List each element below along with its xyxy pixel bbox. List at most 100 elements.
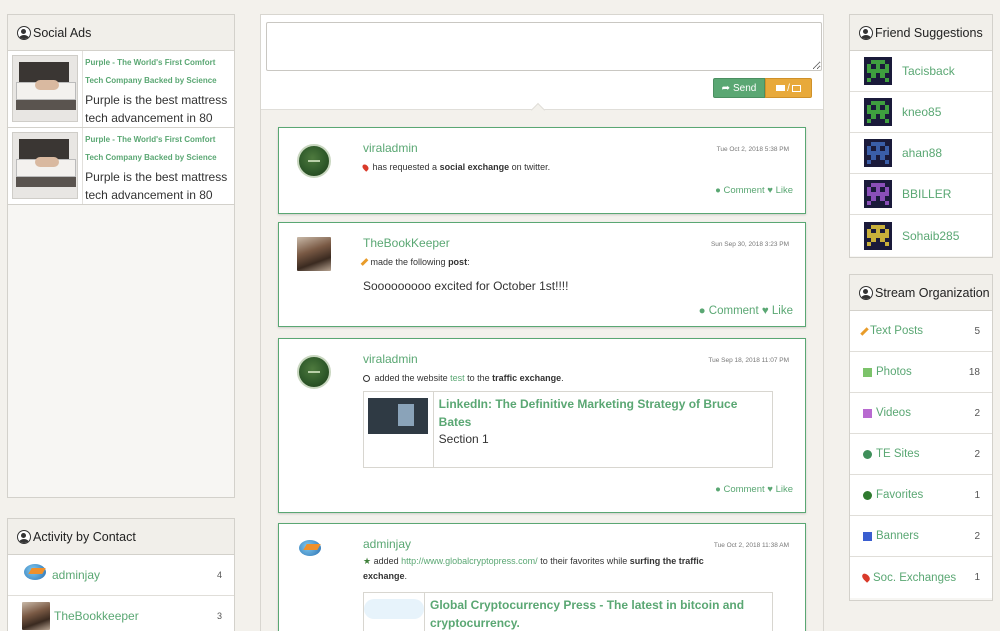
clock-icon: [863, 449, 872, 459]
stream-filter-count: 1: [974, 572, 980, 583]
comment-link[interactable]: Comment: [709, 305, 759, 317]
like-link[interactable]: Like: [776, 185, 793, 196]
avatar[interactable]: [297, 144, 331, 178]
post-card: TheBookKeeper Sun Sep 30, 2018 3:23 PM m…: [278, 222, 806, 327]
identicon-icon[interactable]: [864, 98, 892, 126]
post-username[interactable]: adminjay: [363, 537, 411, 551]
social-ads-header: Social Ads: [8, 15, 234, 51]
stream-filter-count: 2: [974, 407, 980, 419]
website-link[interactable]: test: [450, 373, 465, 383]
like-link[interactable]: Like: [772, 305, 793, 317]
link-title[interactable]: Global Cryptocurrency Press - The latest…: [430, 596, 767, 631]
link-preview-card[interactable]: Global Cryptocurrency Press - The latest…: [363, 592, 773, 631]
post-activity-text: ★ added http://www.globalcryptopress.com…: [363, 556, 704, 581]
stream-filter-label[interactable]: Text Posts: [870, 325, 974, 337]
media-button[interactable]: /: [765, 78, 812, 98]
ad-image[interactable]: [12, 132, 79, 199]
stream-filter-label[interactable]: TE Sites: [876, 448, 974, 460]
stream-filter-label[interactable]: Banners: [876, 530, 974, 542]
link-thumbnail[interactable]: [364, 593, 425, 631]
user-icon: [859, 25, 873, 40]
stream-filter-item[interactable]: Favorites 1: [850, 475, 992, 516]
clock-icon: [363, 375, 370, 382]
star-icon: [863, 490, 872, 500]
adminjay-logo-icon: [22, 562, 48, 588]
heart-icon: ♥: [761, 305, 769, 317]
stream-filter-item[interactable]: TE Sites 2: [850, 434, 992, 475]
ad-item[interactable]: Purple - The World's First Comfort Tech …: [8, 128, 234, 205]
identicon-icon[interactable]: [864, 221, 892, 250]
activity-item[interactable]: adminjay 4: [8, 555, 234, 596]
stream-filter-item[interactable]: Banners 2: [850, 516, 992, 557]
friend-name[interactable]: Sohaib285: [902, 229, 959, 243]
activity-title: Activity by Contact: [33, 529, 136, 544]
stream-column: ➦ Send / viraladmin Tue Oct 2, 2018 5:38…: [260, 14, 824, 631]
pencil-icon: [860, 326, 869, 336]
link-thumbnail[interactable]: [364, 392, 434, 467]
stream-filter-item[interactable]: Videos 2: [850, 393, 992, 434]
send-button[interactable]: ➦ Send: [713, 78, 765, 98]
friend-name[interactable]: ahan88: [902, 146, 942, 160]
ad-title[interactable]: Purple - The World's First Comfort Tech …: [85, 131, 231, 167]
friend-name[interactable]: kneo85: [902, 105, 941, 119]
post-card: viraladmin Tue Oct 2, 2018 5:38 PM has r…: [278, 127, 806, 214]
user-icon: [859, 285, 873, 300]
activity-name[interactable]: adminjay: [52, 568, 217, 582]
post-composer-input[interactable]: [266, 22, 822, 71]
friend-suggestions-title: Friend Suggestions: [875, 25, 983, 40]
post-card: adminjay Tue Oct 2, 2018 11:38 AM ★ adde…: [278, 523, 806, 631]
stream-filter-label[interactable]: Soc. Exchanges: [873, 572, 974, 584]
friend-suggestion-item[interactable]: BBILLER: [850, 174, 992, 215]
friend-suggestion-item[interactable]: Sohaib285: [850, 215, 992, 256]
avatar[interactable]: [297, 538, 331, 572]
ad-description: Purple is the best mattress tech advance…: [85, 170, 228, 202]
friend-suggestions-panel: Friend Suggestions Tacisback kneo85 ahan…: [849, 14, 993, 258]
post-username[interactable]: viraladmin: [363, 352, 418, 366]
identicon-icon[interactable]: [864, 139, 892, 167]
stream-filter-item[interactable]: Soc. Exchanges 1: [850, 557, 992, 598]
website-link[interactable]: http://www.globalcryptopress.com/: [401, 556, 538, 566]
ad-image[interactable]: [12, 55, 79, 122]
stream-filter-count: 1: [974, 489, 980, 501]
post-card: viraladmin Tue Sep 18, 2018 11:07 PM add…: [278, 338, 806, 513]
link-subtitle: Section 1: [438, 432, 489, 446]
user-icon: [17, 25, 31, 40]
comment-link[interactable]: Comment: [723, 484, 764, 495]
friend-name[interactable]: BBILLER: [902, 187, 951, 201]
send-label: Send: [733, 82, 757, 94]
link-preview-card[interactable]: LinkedIn: The Definitive Marketing Strat…: [363, 391, 773, 468]
avatar[interactable]: [297, 237, 331, 271]
post-actions: ● Comment ♥ Like: [715, 484, 793, 495]
stream-organization-title: Stream Organization: [875, 285, 990, 300]
ad-description: Purple is the best mattress tech advance…: [85, 93, 228, 125]
post-username[interactable]: TheBookKeeper: [363, 236, 450, 250]
friend-suggestion-item[interactable]: Tacisback: [850, 51, 992, 92]
ad-item[interactable]: Purple - The World's First Comfort Tech …: [8, 51, 234, 128]
identicon-icon[interactable]: [864, 57, 892, 85]
comment-link[interactable]: Comment: [723, 185, 764, 196]
activity-count: 3: [216, 611, 222, 621]
post-username[interactable]: viraladmin: [363, 141, 418, 155]
activity-name[interactable]: TheBookkeeper: [54, 609, 217, 623]
ad-title[interactable]: Purple - The World's First Comfort Tech …: [85, 54, 231, 90]
stream-filter-label[interactable]: Favorites: [876, 489, 974, 501]
friend-name[interactable]: Tacisback: [902, 64, 955, 78]
like-link[interactable]: Like: [776, 484, 793, 495]
activity-item[interactable]: TheBookkeeper 3: [8, 596, 234, 631]
flame-icon: [361, 163, 370, 172]
link-title[interactable]: LinkedIn: The Definitive Marketing Strat…: [439, 395, 767, 431]
avatar[interactable]: [297, 355, 331, 389]
stream-filter-label[interactable]: Photos: [876, 366, 969, 378]
post-activity-text: has requested a social exchange on twitt…: [361, 162, 550, 172]
photo-icon: [863, 367, 872, 377]
post-timestamp: Tue Sep 18, 2018 11:07 PM: [708, 357, 789, 364]
identicon-icon[interactable]: [864, 180, 892, 208]
post-activity-text: added the website test to the traffic ex…: [363, 373, 564, 383]
stream-filter-label[interactable]: Videos: [876, 407, 974, 419]
friend-suggestion-item[interactable]: ahan88: [850, 133, 992, 174]
friend-suggestion-item[interactable]: kneo85: [850, 92, 992, 133]
stream-filter-item[interactable]: Photos 18: [850, 352, 992, 393]
pencil-icon: [360, 258, 369, 266]
stream-filter-item[interactable]: Text Posts 5: [850, 311, 992, 352]
video-icon: [863, 408, 872, 418]
